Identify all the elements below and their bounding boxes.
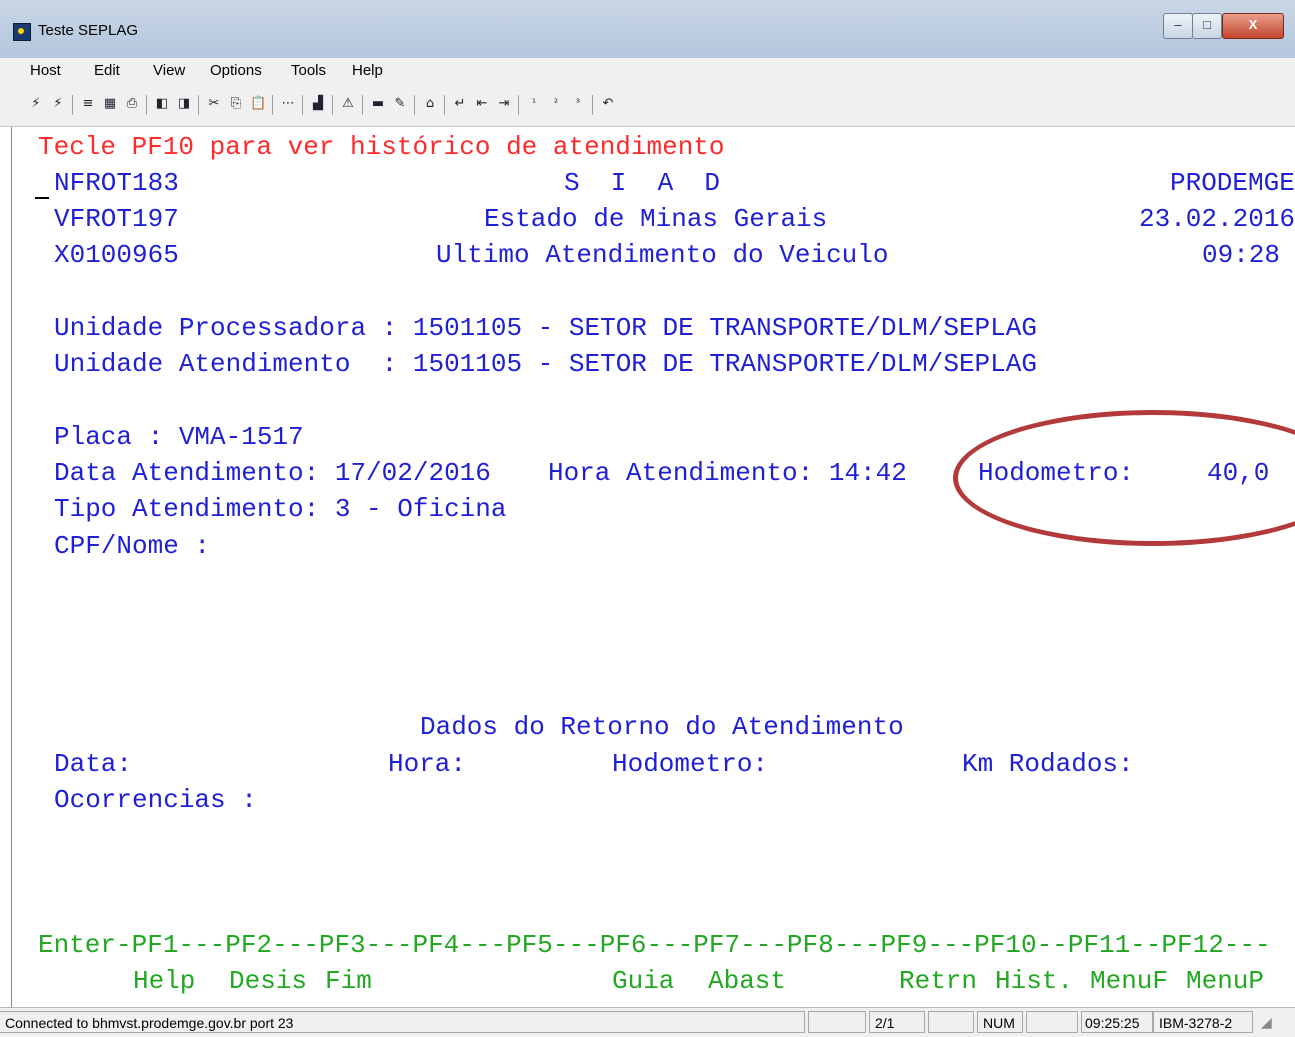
menu-edit[interactable]: Edit	[94, 62, 120, 79]
window-title: Teste SEPLAG	[38, 22, 139, 39]
tab-icon[interactable]: ⇥	[496, 96, 512, 112]
pf6-guia[interactable]: Guia	[612, 966, 674, 996]
program-id-2: VFROT197	[54, 204, 179, 234]
toolbar-separator	[444, 95, 445, 115]
macro-record-icon[interactable]: ◧	[154, 96, 170, 112]
toolbar-separator	[146, 95, 147, 115]
enter-icon[interactable]: ↵	[452, 96, 468, 112]
retorno-title: Dados do Retorno do Atendimento	[420, 712, 904, 742]
cut-icon[interactable]: ✂	[206, 96, 222, 112]
toolbar-separator	[272, 95, 273, 115]
pf12-menup[interactable]: MenuP	[1186, 966, 1264, 996]
print-icon[interactable]: ⎙	[124, 96, 140, 112]
tipo-atendimento-field: Tipo Atendimento: 3 - Oficina	[54, 494, 507, 524]
unidade-atendimento: Unidade Atendimento : 1501105 - SETOR DE…	[54, 349, 1037, 379]
backtab-icon[interactable]: ⇤	[474, 96, 490, 112]
hora-atendimento-field: Hora Atendimento: 14:42	[548, 458, 907, 488]
pa1-icon[interactable]: ¹	[526, 96, 542, 112]
status-cell-empty	[1026, 1011, 1078, 1033]
pf7-abast[interactable]: Abast	[708, 966, 786, 996]
page-indicator: 2/1	[869, 1011, 925, 1033]
minimize-button[interactable]: –	[1163, 13, 1193, 39]
toolbar-separator	[332, 95, 333, 115]
resize-grip-icon[interactable]: ◢	[1256, 1011, 1292, 1033]
data-atendimento-field: Data Atendimento: 17/02/2016	[54, 458, 491, 488]
menu-bar: Host Edit View Options Tools Help	[0, 58, 1295, 87]
terminal-screen[interactable]: Tecle PF10 para ver histórico de atendim…	[11, 127, 1295, 1007]
placa-field: Placa : VMA-1517	[54, 422, 304, 452]
hodometro-highlight-ellipse	[953, 410, 1295, 546]
pf10-hist[interactable]: Hist.	[995, 966, 1073, 996]
pf10-hint: Tecle PF10 para ver histórico de atendim…	[38, 132, 725, 162]
pf9-retrn[interactable]: Retrn	[899, 966, 977, 996]
undo-icon[interactable]: ↶	[600, 96, 616, 112]
current-time: 09:28	[1202, 240, 1281, 270]
status-bar: Connected to bhmvst.prodemge.gov.br port…	[0, 1007, 1295, 1037]
company-name: PRODEMGE	[1170, 168, 1295, 198]
copy-icon[interactable]: ⎘	[228, 96, 244, 112]
menu-view[interactable]: View	[153, 62, 185, 79]
toolbar-separator	[198, 95, 199, 115]
pf1-help[interactable]: Help	[133, 966, 195, 996]
pf-key-line: Enter-PF1---PF2---PF3---PF4---PF5---PF6-…	[38, 930, 1271, 960]
pencil-icon[interactable]: ✎	[392, 96, 408, 112]
close-button[interactable]: X	[1222, 13, 1284, 39]
toolbar-separator	[592, 95, 593, 115]
menu-help[interactable]: Help	[352, 62, 383, 79]
user-id: X0100965	[54, 240, 179, 270]
retorno-hora-label: Hora:	[388, 749, 467, 779]
pf2-desis[interactable]: Desis	[229, 966, 307, 996]
home-icon[interactable]: ⌂	[422, 96, 438, 112]
connection-status: Connected to bhmvst.prodemge.gov.br port…	[0, 1011, 805, 1033]
send-file-icon[interactable]: ≡	[80, 96, 96, 112]
clock: 09:25:25	[1081, 1011, 1153, 1033]
current-date: 23.02.2016	[1139, 204, 1295, 234]
pa3-icon[interactable]: ³	[570, 96, 586, 112]
menu-options[interactable]: Options	[210, 62, 262, 79]
terminal-cursor	[35, 197, 49, 199]
screen-icon[interactable]: ▬	[370, 96, 386, 112]
unidade-processadora: Unidade Processadora : 1501105 - SETOR D…	[54, 313, 1037, 343]
menu-host[interactable]: Host	[30, 62, 61, 79]
status-cell-empty	[808, 1011, 866, 1033]
pf3-fim[interactable]: Fim	[325, 966, 372, 996]
system-title: S I A D	[564, 168, 721, 198]
macro-play-icon[interactable]: ◨	[176, 96, 192, 112]
warning-icon[interactable]: ⚠	[340, 96, 356, 112]
disconnect-icon[interactable]: ⚡	[50, 96, 66, 112]
receive-file-icon[interactable]: ▦	[102, 96, 118, 112]
title-bar: Teste SEPLAG – □ X	[0, 0, 1295, 58]
menu-tools[interactable]: Tools	[291, 62, 326, 79]
toolbar-separator	[362, 95, 363, 115]
status-cell-empty	[928, 1011, 974, 1033]
retorno-hodometro-label: Hodometro:	[612, 749, 769, 779]
pa2-icon[interactable]: ²	[548, 96, 564, 112]
num-lock-indicator: NUM	[977, 1011, 1023, 1033]
ocorrencias-label: Ocorrencias :	[54, 785, 257, 815]
program-id-1: NFROT183	[54, 168, 179, 198]
app-icon[interactable]	[13, 23, 31, 41]
chart-icon[interactable]: ▟	[310, 96, 326, 112]
toolbar-separator	[518, 95, 519, 115]
toolbar-separator	[302, 95, 303, 115]
state-name: Estado de Minas Gerais	[484, 204, 828, 234]
toolbar: ⚡ ⚡ ≡ ▦ ⎙ ◧ ◨ ✂ ⎘ 📋 ⋯ ▟ ⚠ ▬ ✎ ⌂ ↵ ⇤ ⇥ ¹ …	[0, 86, 1295, 127]
connect-icon[interactable]: ⚡	[28, 96, 44, 112]
retorno-km-label: Km Rodados:	[962, 749, 1134, 779]
terminal-model: IBM-3278-2	[1153, 1011, 1253, 1033]
pf11-menuf[interactable]: MenuF	[1090, 966, 1168, 996]
toolbar-separator	[72, 95, 73, 115]
screen-title: Ultimo Atendimento do Veiculo	[436, 240, 889, 270]
keypad-icon[interactable]: ⋯	[280, 96, 296, 112]
maximize-button[interactable]: □	[1192, 13, 1222, 39]
retorno-data-label: Data:	[54, 749, 133, 779]
cpf-nome-field: CPF/Nome :	[54, 531, 211, 561]
paste-icon[interactable]: 📋	[250, 96, 266, 112]
toolbar-separator	[414, 95, 415, 115]
